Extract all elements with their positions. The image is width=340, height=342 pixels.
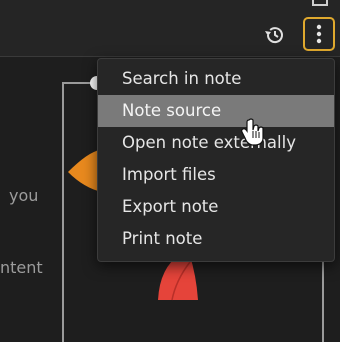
menu-item-note-source[interactable]: Note source (98, 95, 334, 127)
menu-item-print-note[interactable]: Print note (98, 223, 334, 255)
menu-item-import-files[interactable]: Import files (98, 159, 334, 191)
note-actions-dropdown: Search in note Note source Open note ext… (97, 58, 335, 262)
menu-item-open-note-externally[interactable]: Open note externally (98, 127, 334, 159)
menu-item-export-note[interactable]: Export note (98, 191, 334, 223)
hand-cursor-icon (241, 118, 264, 146)
menu-item-search-in-note[interactable]: Search in note (98, 63, 334, 95)
